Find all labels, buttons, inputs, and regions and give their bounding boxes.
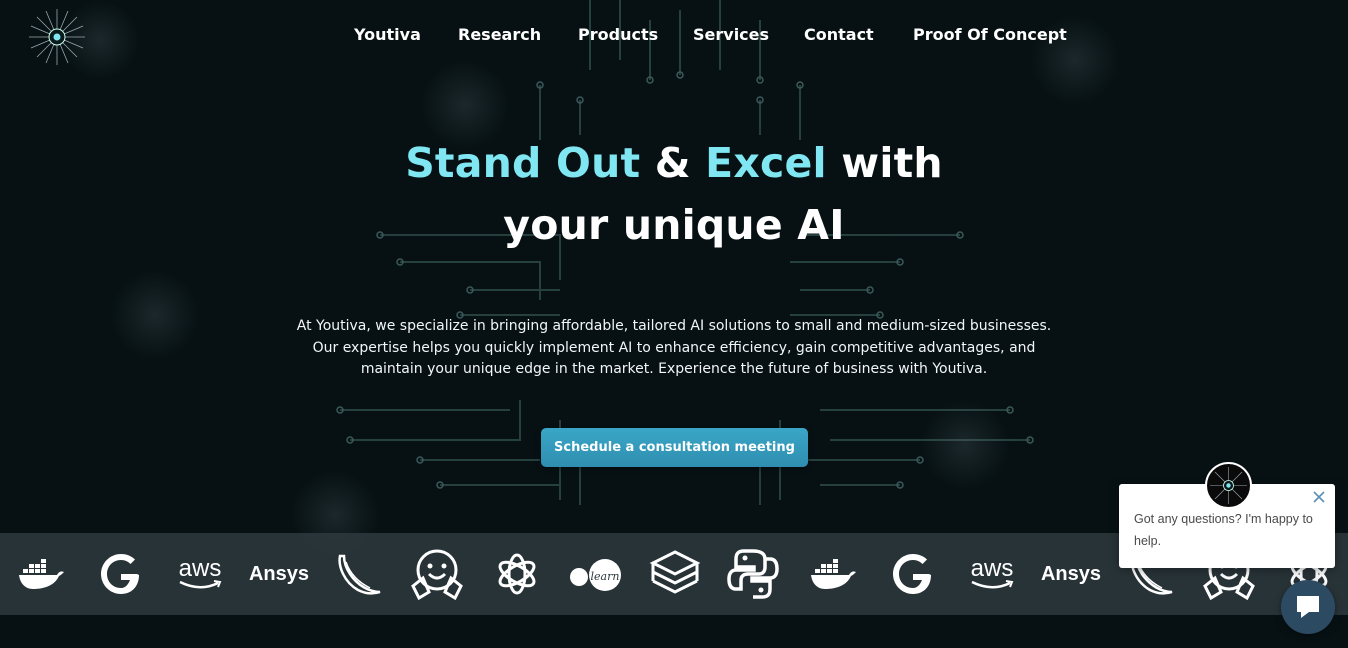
hero-description: At Youtiva, we specialize in bringing af… [270,316,1078,381]
chat-message: Got any questions? I'm happy to help. [1134,512,1313,548]
hero-description-line: maintain your unique edge in the market.… [360,361,988,377]
docker-icon [14,533,68,615]
aws-text: aws [178,555,222,582]
hero-title-ampersand: & [640,139,706,187]
nav-item-products[interactable]: Products [578,25,658,44]
google-icon [96,533,146,615]
hero-description-line: At Youtiva, we specialize in bringing af… [296,318,1052,334]
chat-launcher-button[interactable] [1281,580,1335,634]
close-icon[interactable] [1311,489,1327,505]
huggingface-icon [408,533,466,615]
hero-title-line1: Stand Out & Excel with [0,132,1348,194]
ansys-logo: Ansys [1040,533,1102,615]
openai-icon [492,533,542,615]
chat-bubble-icon [1297,596,1319,618]
hero-title-accent-2: Excel [705,139,827,187]
ansys-logo: Ansys [248,533,310,615]
hero-title-accent-1: Stand Out [405,139,641,187]
google-icon [888,533,938,615]
aws-logo: aws [172,533,228,615]
main-nav: Youtiva Research Products Services Conta… [0,25,1348,47]
hero-title-with: with [826,139,943,187]
nav-item-youtiva[interactable]: Youtiva [354,25,421,44]
svg-text:learn: learn [591,570,620,583]
schedule-consultation-button[interactable]: Schedule a consultation meeting [541,428,808,467]
ansys-text: Ansys [248,562,310,585]
nav-item-contact[interactable]: Contact [804,25,874,44]
flask-icon [332,533,384,615]
docker-icon [806,533,860,615]
nav-item-proof-of-concept[interactable]: Proof Of Concept [913,25,1067,44]
background-glow [110,270,200,360]
hero-description-line: Our expertise helps you quickly implemen… [312,339,1036,356]
hero-title: Stand Out & Excel with your unique AI [0,132,1348,256]
ansys-text: Ansys [1040,562,1102,585]
python-icon [724,533,782,615]
nav-item-research[interactable]: Research [458,25,541,44]
scikit-learn-icon: learn [566,533,626,615]
chat-avatar [1205,462,1252,509]
nav-item-services[interactable]: Services [693,25,769,44]
hero-title-line2: your unique AI [503,201,845,249]
aws-logo: aws [964,533,1020,615]
aws-text: aws [970,555,1014,582]
layers-icon [648,533,702,615]
background-glow [920,400,1010,490]
